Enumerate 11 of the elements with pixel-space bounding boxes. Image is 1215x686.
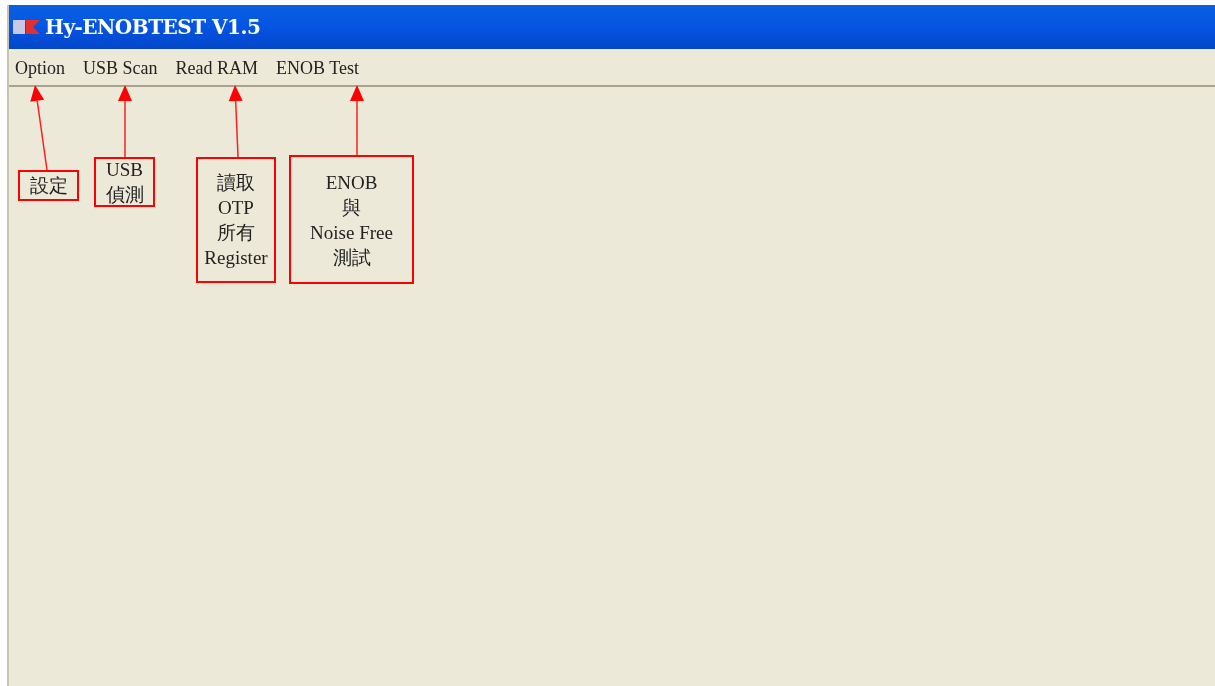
callout-label: 讀取 OTP 所有 Register bbox=[196, 157, 276, 283]
menu-item[interactable]: USB Scan bbox=[81, 54, 160, 82]
menu-item[interactable]: Option bbox=[13, 54, 67, 82]
menu-item[interactable]: Read RAM bbox=[173, 54, 261, 82]
callout-label: USB 偵測 bbox=[94, 157, 155, 207]
menu-item[interactable]: ENOB Test bbox=[274, 54, 361, 82]
callout-label: ENOB 與 Noise Free 測試 bbox=[289, 155, 414, 284]
callout-arrow bbox=[350, 85, 364, 156]
callout-label: 設定 bbox=[18, 170, 79, 201]
window-title: Hy-ENOBTEST V1.5 bbox=[45, 14, 261, 41]
app-logo-icon bbox=[13, 18, 41, 36]
